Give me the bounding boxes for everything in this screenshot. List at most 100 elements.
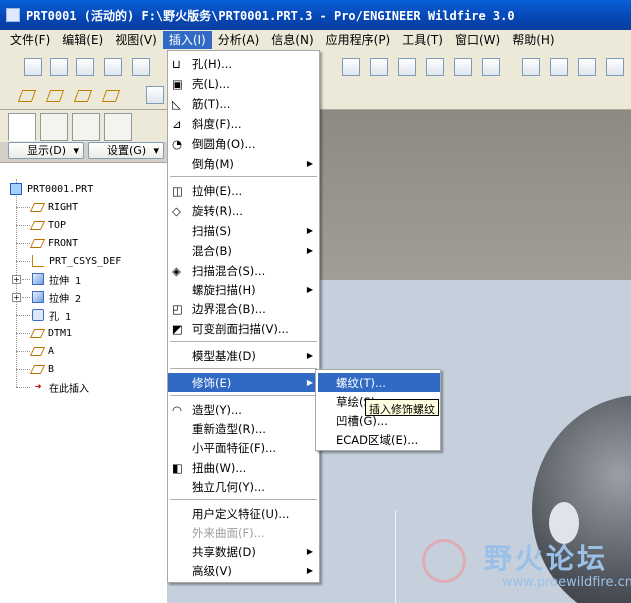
menu-item-model-datum[interactable]: 模型基准(D) ▶ (168, 346, 319, 365)
menu-edit[interactable]: 编辑(E) (56, 31, 109, 49)
submenu-arrow-icon: ▶ (306, 378, 313, 387)
tree-node-hole-1[interactable]: 孔 1 (32, 307, 71, 323)
tree-node-csys[interactable]: PRT_CSYS_DEF (32, 253, 121, 269)
expand-icon[interactable]: + (12, 293, 21, 302)
menu-item-foreign-surface: 外来曲面(F)... (192, 525, 265, 540)
new-file-icon[interactable] (24, 58, 42, 76)
save-icon[interactable] (76, 58, 94, 76)
tree-node-dtm1[interactable]: DTM1 (29, 325, 72, 341)
show-button[interactable]: 显示(D) ▾ (8, 142, 84, 159)
tree-node-b[interactable]: B (29, 361, 54, 377)
menu-item-blend[interactable]: 混合(B) ▶ (168, 241, 319, 260)
csys-icon (32, 255, 44, 267)
tree-node-extrude-2[interactable]: 拉伸 2 (32, 289, 81, 305)
menu-item-swept-blend[interactable]: ◈ 扫描混合(S)... (168, 261, 319, 280)
menu-item-independent-geometry[interactable]: 独立几何(Y)... (168, 477, 319, 496)
menu-analysis[interactable]: 分析(A) (212, 31, 266, 49)
tree-node-insert-here[interactable]: ➜ 在此插入 (32, 379, 89, 395)
menu-item-revolve[interactable]: ◇ 旋转(R)... (168, 201, 319, 220)
menu-item-chamfer[interactable]: 倒角(M) ▶ (168, 154, 319, 173)
expand-icon[interactable]: + (12, 275, 21, 284)
menu-item-warp[interactable]: ◧ 扭曲(W)... (168, 458, 319, 477)
menu-window[interactable]: 窗口(W) (449, 31, 506, 49)
watermark-title: 野火论坛 (484, 542, 609, 575)
model-tree: PRT0001.PRT RIGHT TOP FRONT PRT_CSYS_DEF… (0, 162, 167, 603)
menu-file[interactable]: 文件(F) (4, 31, 56, 49)
dimension-icon[interactable] (578, 58, 596, 76)
extrude-icon (32, 273, 44, 285)
paste-special-icon[interactable] (398, 58, 416, 76)
settings-button[interactable]: 设置(G) ▾ (88, 142, 164, 159)
annotation-icon[interactable] (146, 86, 164, 104)
app-icon (6, 8, 20, 22)
menu-item-boundary-blend[interactable]: ◰ 边界混合(B)... (168, 299, 319, 318)
menu-tools[interactable]: 工具(T) (396, 31, 449, 49)
datum-axis-display-icon[interactable] (46, 86, 64, 104)
datum-plane-icon (29, 364, 46, 374)
round-icon: ◔ (172, 137, 183, 151)
menu-item-sweep[interactable]: 扫描(S) ▶ (168, 221, 319, 240)
submenu-item-ecad-area[interactable]: ECAD区域(E)... (318, 430, 440, 449)
menu-item-style[interactable]: ◠ 造型(Y)... (168, 400, 319, 419)
warp-icon: ◧ (172, 461, 183, 475)
menu-insert[interactable]: 插入(I) (162, 31, 212, 49)
menu-view[interactable]: 视图(V) (109, 31, 163, 49)
datum-plane-display-icon[interactable] (18, 86, 36, 104)
menu-item-draft[interactable]: ⊿ 斜度(F)... (168, 114, 319, 133)
menu-item-rib[interactable]: ◺ 筋(T)... (168, 94, 319, 113)
favorites-tab[interactable] (72, 113, 100, 141)
mass-properties-icon[interactable] (606, 58, 624, 76)
menu-item-advanced[interactable]: 高级(V) ▶ (168, 561, 319, 580)
extrude-icon: ◫ (172, 184, 183, 198)
tree-node-extrude-1[interactable]: 拉伸 1 (32, 271, 81, 287)
menu-item-extrude[interactable]: ◫ 拉伸(E)... (168, 181, 319, 200)
menu-info[interactable]: 信息(N) (265, 31, 319, 49)
extrude-icon (32, 291, 44, 303)
menu-item-helical-sweep[interactable]: 螺旋扫描(H) ▶ (168, 280, 319, 299)
menu-item-shell[interactable]: ▣ 壳(L)... (168, 74, 319, 93)
select-box-icon[interactable] (482, 58, 500, 76)
submenu-arrow-icon: ▶ (306, 547, 313, 556)
menu-item-variable-section-sweep[interactable]: ◩ 可变剖面扫描(V)... (168, 319, 319, 338)
menu-item-user-defined-feature[interactable]: 用户定义特征(U)... (168, 504, 319, 523)
tree-node-front[interactable]: FRONT (29, 235, 78, 251)
datum-point-display-icon[interactable] (74, 86, 92, 104)
find-icon[interactable] (454, 58, 472, 76)
tree-node-top[interactable]: TOP (29, 217, 66, 233)
menu-help[interactable]: 帮助(H) (506, 31, 560, 49)
copy-icon[interactable] (342, 58, 360, 76)
part-setup-icon[interactable] (522, 58, 540, 76)
menu-item-facet-feature[interactable]: 小平面特征(F)... (168, 438, 319, 457)
menu-item-hole[interactable]: ⊔ 孔(H)... (168, 54, 319, 73)
boundary-blend-icon: ◰ (172, 302, 183, 316)
folder-browser-tab[interactable] (40, 113, 68, 141)
menu-item-restyle[interactable]: 重新造型(R)... (168, 419, 319, 438)
menu-applications[interactable]: 应用程序(P) (320, 31, 397, 49)
menu-item-cosmetic[interactable]: 修饰(E) ▶ (168, 373, 319, 392)
datum-plane-icon (29, 220, 46, 230)
open-file-icon[interactable] (50, 58, 68, 76)
print-icon[interactable] (132, 58, 150, 76)
draft-icon: ⊿ (172, 117, 182, 131)
menu-item-round[interactable]: ◔ 倒圆角(O)... (168, 134, 319, 153)
connections-tab[interactable] (104, 113, 132, 141)
tree-node-part[interactable]: PRT0001.PRT (10, 181, 93, 197)
model-tree-tab[interactable] (8, 113, 36, 141)
submenu-arrow-icon: ▶ (306, 159, 313, 168)
csys-display-icon[interactable] (102, 86, 120, 104)
revolve-icon: ◇ (172, 204, 181, 218)
datum-plane-icon (29, 328, 46, 338)
forum-logo-icon (422, 539, 466, 583)
menu-item-shared-data[interactable]: 共享数据(D) ▶ (168, 542, 319, 561)
swept-blend-icon: ◈ (172, 264, 181, 278)
measure-icon[interactable] (550, 58, 568, 76)
submenu-item-thread[interactable]: 螺纹(T)... (318, 373, 440, 392)
save-copy-icon[interactable] (104, 58, 122, 76)
submenu-arrow-icon: ▶ (306, 351, 313, 360)
regenerate-icon[interactable] (426, 58, 444, 76)
watermark: 野火论坛 www.proewildfire.cn (420, 537, 631, 601)
tree-node-a[interactable]: A (29, 343, 54, 359)
paste-icon[interactable] (370, 58, 388, 76)
tree-node-right[interactable]: RIGHT (29, 199, 78, 215)
chevron-down-icon: ▾ (73, 144, 79, 157)
